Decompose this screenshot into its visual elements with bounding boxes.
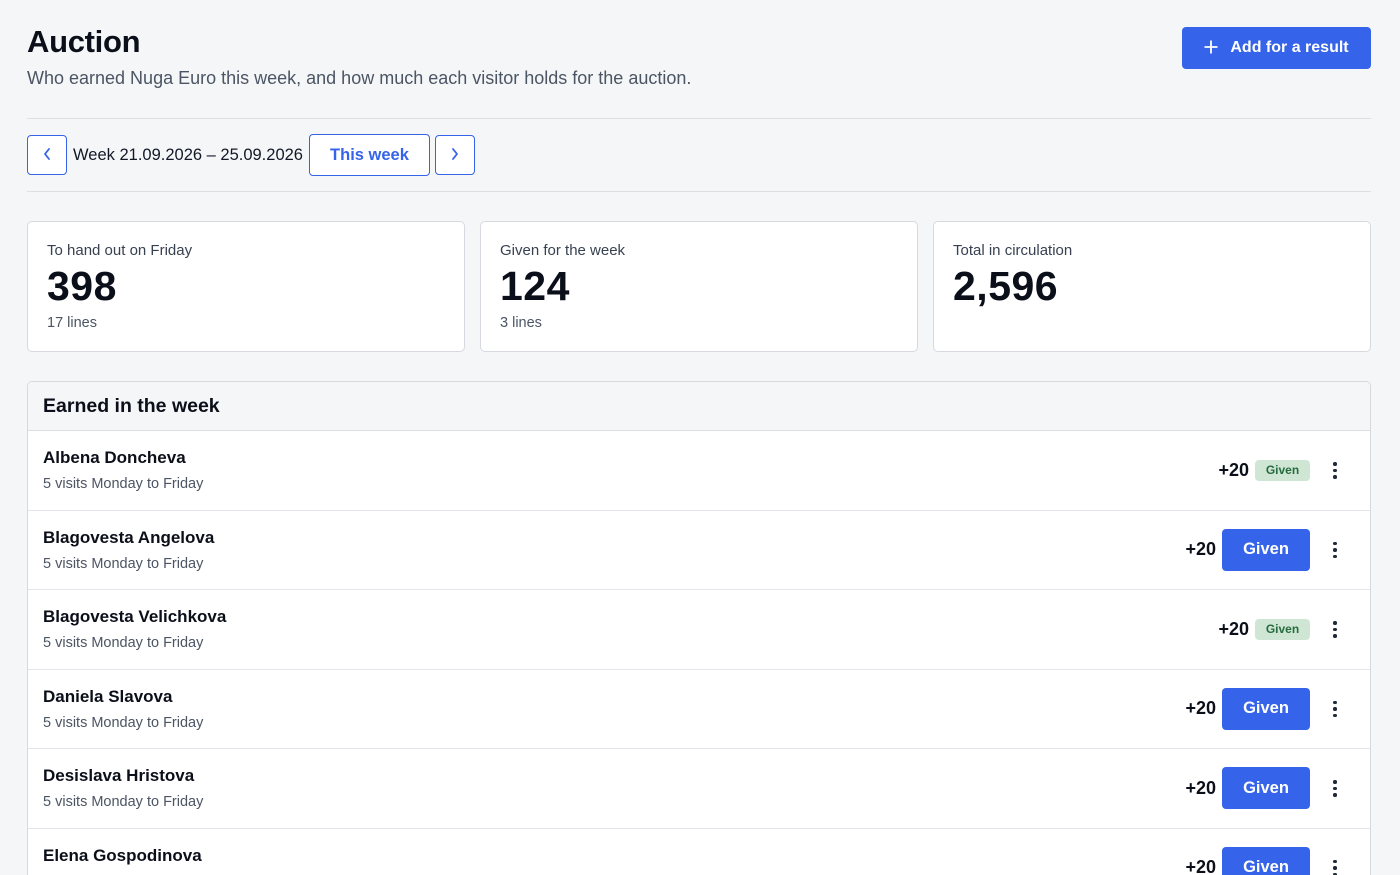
visitor-name: Blagovesta Angelova xyxy=(43,527,215,547)
earned-panel-title: Earned in the week xyxy=(28,382,1370,431)
row-actions: +20 Given xyxy=(1218,431,1345,510)
week-range-label: Week 21.09.2026 – 25.09.2026 xyxy=(73,145,303,164)
chevron-right-icon xyxy=(450,147,460,164)
stat-sub: 17 lines xyxy=(47,315,97,332)
previous-week-button[interactable] xyxy=(27,135,67,175)
stat-card-hand-out: To hand out on Friday 398 17 lines xyxy=(27,221,465,352)
earned-panel: Earned in the week Albena Doncheva 5 vis… xyxy=(27,381,1371,875)
list-item: Daniela Slavova 5 visits Monday to Frida… xyxy=(28,670,1370,749)
this-week-button[interactable]: This week xyxy=(308,134,430,176)
visitor-name: Elena Gospodinova xyxy=(43,845,202,865)
add-for-result-label: Add for a result xyxy=(1230,39,1349,56)
given-button[interactable]: Given xyxy=(1222,846,1310,875)
list-item: Elena Gospodinova 5 visits Monday to Fri… xyxy=(28,829,1370,875)
list-item: Desislava Hristova 5 visits Monday to Fr… xyxy=(28,749,1370,829)
stat-card-circulation: Total in circulation 2,596 xyxy=(933,221,1371,352)
earned-amount: +20 xyxy=(1185,777,1216,798)
earned-list: Albena Doncheva 5 visits Monday to Frida… xyxy=(28,431,1370,875)
more-options-icon[interactable] xyxy=(1325,535,1345,565)
earned-amount: +20 xyxy=(1185,539,1216,560)
visitor-visits: 5 visits Monday to Friday xyxy=(43,476,204,492)
stat-value: 2,596 xyxy=(953,263,1059,309)
stat-label: To hand out on Friday xyxy=(47,242,193,259)
chevron-left-icon xyxy=(42,147,52,164)
row-actions: +20 Given xyxy=(1185,511,1345,590)
row-actions: +20 Given xyxy=(1185,749,1345,828)
stat-sub: 3 lines xyxy=(500,315,542,332)
stat-label: Total in circulation xyxy=(953,242,1073,259)
earned-amount: +20 xyxy=(1185,698,1216,719)
plus-icon xyxy=(1204,36,1218,58)
list-item: Blagovesta Velichkova 5 visits Monday to… xyxy=(28,590,1370,670)
stat-value: 124 xyxy=(500,263,570,309)
list-item: Blagovesta Angelova 5 visits Monday to F… xyxy=(28,511,1370,590)
page-title: Auction xyxy=(27,24,141,59)
row-actions: +20 Given xyxy=(1185,670,1345,749)
add-for-result-button[interactable]: Add for a result xyxy=(1182,27,1371,69)
auction-page: Auction Who earned Nuga Euro this week, … xyxy=(0,0,1400,875)
visitor-visits: 5 visits Monday to Friday xyxy=(43,794,204,810)
given-button[interactable]: Given xyxy=(1222,687,1310,730)
week-navigation: Week 21.09.2026 – 25.09.2026 This week xyxy=(27,119,1371,192)
stat-label: Given for the week xyxy=(500,242,626,259)
stats-row: To hand out on Friday 398 17 lines Given… xyxy=(27,221,1371,352)
row-actions: +20 Given xyxy=(1185,829,1345,875)
given-button[interactable]: Given xyxy=(1222,528,1310,571)
given-button[interactable]: Given xyxy=(1222,767,1310,810)
given-status-badge: Given xyxy=(1255,459,1310,481)
next-week-button[interactable] xyxy=(434,135,475,175)
page-header: Auction Who earned Nuga Euro this week, … xyxy=(27,0,1371,119)
page-subtitle: Who earned Nuga Euro this week, and how … xyxy=(27,68,692,88)
more-options-icon[interactable] xyxy=(1325,455,1345,485)
visitor-name: Desislava Hristova xyxy=(43,766,195,785)
stat-value: 398 xyxy=(47,263,117,309)
more-options-icon[interactable] xyxy=(1325,773,1345,803)
row-actions: +20 Given xyxy=(1218,590,1345,669)
more-options-icon[interactable] xyxy=(1325,614,1345,644)
stat-card-given: Given for the week 124 3 lines xyxy=(480,221,918,352)
visitor-name: Blagovesta Velichkova xyxy=(43,607,227,626)
more-options-icon[interactable] xyxy=(1325,694,1345,724)
visitor-visits: 5 visits Monday to Friday xyxy=(43,714,204,731)
visitor-visits: 5 visits Monday to Friday xyxy=(43,635,204,651)
visitor-visits: 5 visits Monday to Friday xyxy=(43,555,204,572)
visitor-name: Albena Doncheva xyxy=(43,448,186,467)
list-item: Albena Doncheva 5 visits Monday to Frida… xyxy=(28,431,1370,511)
more-options-icon[interactable] xyxy=(1325,853,1345,875)
earned-amount: +20 xyxy=(1185,857,1216,875)
earned-amount: +20 xyxy=(1218,459,1249,480)
visitor-name: Daniela Slavova xyxy=(43,686,173,706)
earned-amount: +20 xyxy=(1218,618,1249,639)
given-status-badge: Given xyxy=(1255,618,1310,640)
